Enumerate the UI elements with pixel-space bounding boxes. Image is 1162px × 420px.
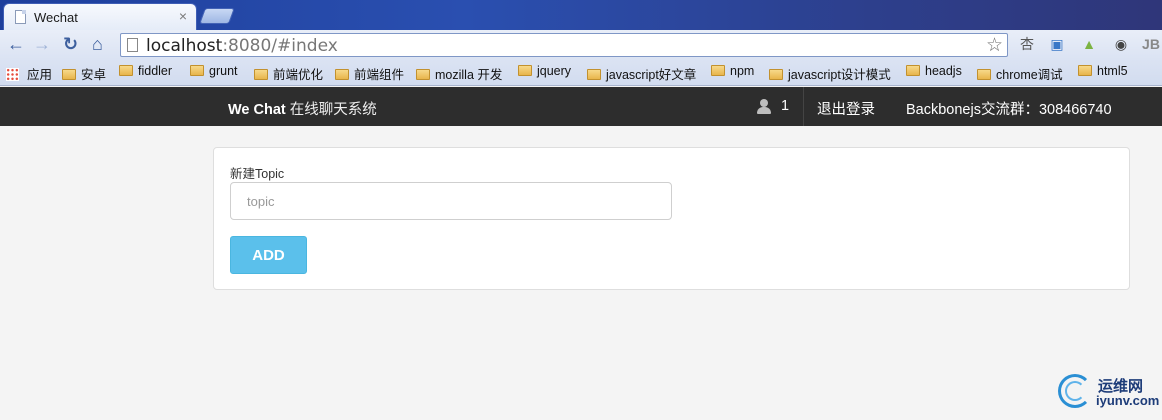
folder-icon	[335, 69, 349, 80]
browser-toolbar: ← → ↻ ⌂ localhost:8080/#index ☆ 杏 ▣ ▲ ◉ …	[0, 30, 1162, 59]
bookmark-folder[interactable]: npm	[711, 64, 754, 80]
brand-subtitle: 在线聊天系统	[289, 102, 377, 118]
user-icon	[757, 99, 771, 114]
browser-tab-strip: Wechat ×	[0, 0, 1162, 30]
back-arrow-icon[interactable]: ←	[7, 35, 25, 53]
forward-arrow-icon[interactable]: →	[33, 35, 51, 53]
watermark-logo: 运维网 iyunv.com	[1058, 372, 1160, 412]
add-button[interactable]: ADD	[230, 236, 307, 274]
folder-icon	[711, 65, 725, 76]
bookmark-folder[interactable]: grunt	[190, 64, 238, 80]
browser-tab[interactable]: Wechat ×	[3, 3, 197, 30]
folder-icon	[1078, 65, 1092, 76]
folder-icon	[190, 65, 204, 76]
brand[interactable]: We Chat 在线聊天系统	[228, 98, 377, 119]
folder-icon	[416, 69, 430, 80]
translate-extension-icon[interactable]: 杏	[1018, 35, 1036, 53]
jb-extension-icon[interactable]: JB	[1142, 35, 1160, 53]
bookmark-folder[interactable]: 前端优化	[254, 64, 323, 82]
app-navbar: We Chat 在线聊天系统 1 退出登录 Backbonejs交流群：30846…	[0, 87, 1162, 126]
bookmark-folder[interactable]: javascript设计模式	[769, 64, 891, 82]
new-topic-panel: 新建Topic ADD	[213, 147, 1130, 290]
bookmark-apps[interactable]: 应用	[6, 64, 52, 82]
bookmark-folder[interactable]: chrome调试	[977, 64, 1063, 82]
bookmark-folder[interactable]: mozilla 开发	[416, 64, 502, 82]
folder-icon	[769, 69, 783, 80]
folder-icon	[119, 65, 133, 76]
tab-title: Wechat	[34, 10, 78, 25]
bookmark-folder[interactable]: fiddler	[119, 64, 172, 80]
brand-title: We Chat	[228, 102, 286, 118]
bookmark-folder[interactable]: headjs	[906, 64, 962, 80]
home-icon[interactable]: ⌂	[92, 35, 103, 53]
window-extension-icon[interactable]: ▣	[1048, 35, 1066, 53]
bookmarks-bar: 应用 安卓 fiddler grunt 前端优化 前端组件 mozilla 开发…	[0, 59, 1162, 86]
online-user-count: 1	[781, 98, 790, 114]
new-tab-button[interactable]	[199, 8, 235, 24]
bookmark-folder[interactable]: html5	[1078, 64, 1128, 80]
folder-icon	[977, 69, 991, 80]
swirl-extension-icon[interactable]: ◉	[1112, 35, 1130, 53]
tab-close-icon[interactable]: ×	[179, 8, 187, 24]
nav-divider	[803, 87, 804, 126]
qq-group-text: Backbonejs交流群：308466740	[906, 102, 1112, 118]
apps-grid-icon	[6, 68, 19, 81]
page-icon	[15, 10, 26, 24]
url-text: localhost:8080/#index	[146, 36, 338, 56]
watermark-en-text: iyunv.com	[1096, 393, 1160, 408]
folder-icon	[587, 69, 601, 80]
android-extension-icon[interactable]: ▲	[1080, 35, 1098, 53]
bookmark-star-icon[interactable]: ☆	[986, 34, 1003, 57]
folder-icon	[906, 65, 920, 76]
topic-input[interactable]	[230, 182, 672, 220]
bookmark-folder[interactable]: 前端组件	[335, 64, 404, 82]
bookmark-folder[interactable]: javascript好文章	[587, 64, 696, 82]
bookmark-folder[interactable]: 安卓	[62, 64, 106, 82]
reload-icon[interactable]: ↻	[63, 35, 78, 53]
new-topic-label: 新建Topic	[230, 167, 285, 181]
bookmark-folder[interactable]: jquery	[518, 64, 571, 80]
folder-icon	[518, 65, 532, 76]
folder-icon	[254, 69, 268, 80]
address-bar[interactable]: localhost:8080/#index ☆	[120, 33, 1008, 57]
logout-link[interactable]: 退出登录	[817, 98, 875, 119]
page-icon	[127, 38, 138, 52]
folder-icon	[62, 69, 76, 80]
